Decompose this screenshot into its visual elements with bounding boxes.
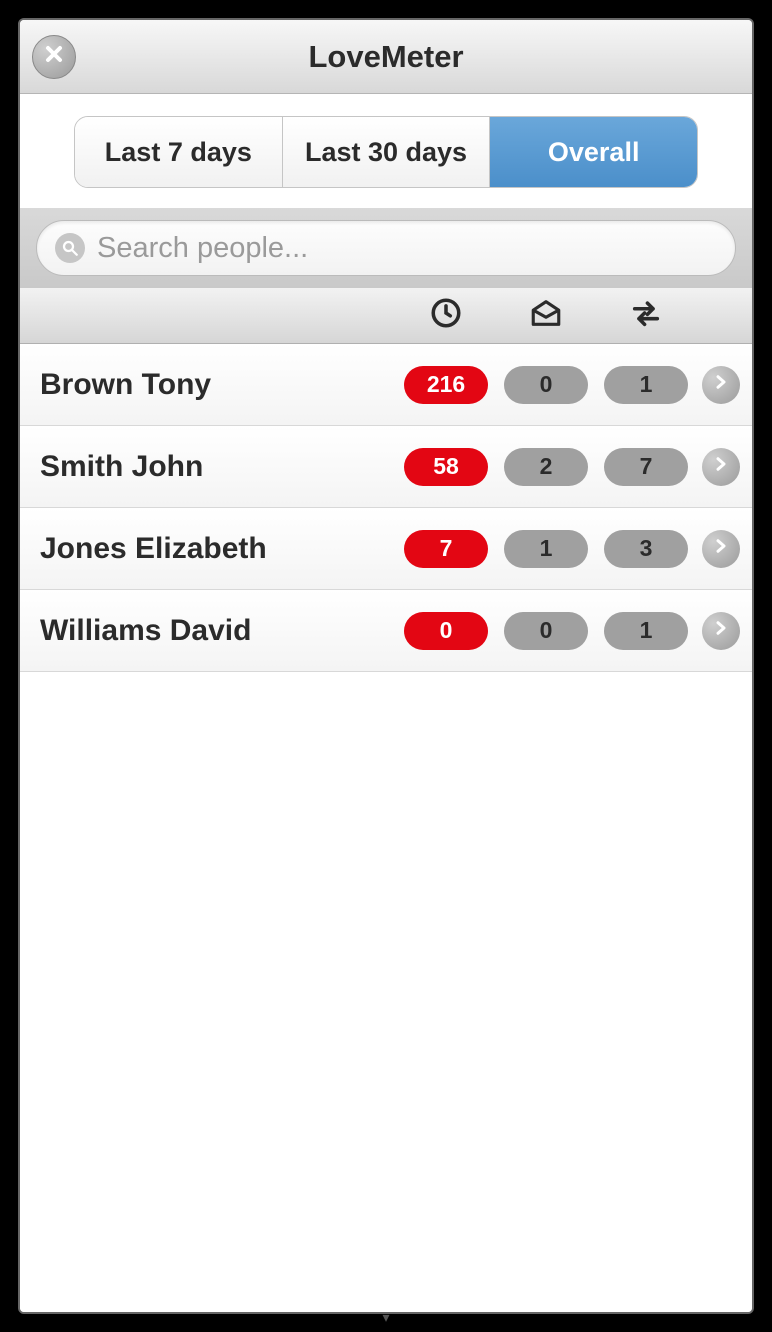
mail-badge: 2 xyxy=(504,448,588,486)
search-input[interactable] xyxy=(97,232,717,265)
list-item[interactable]: Williams David 0 0 1 xyxy=(20,590,752,672)
list-item[interactable]: Brown Tony 216 0 1 xyxy=(20,344,752,426)
segment-last-7-days[interactable]: Last 7 days xyxy=(75,117,283,187)
time-badge: 216 xyxy=(404,366,488,404)
time-badge: 7 xyxy=(404,530,488,568)
list-item[interactable]: Smith John 58 2 7 xyxy=(20,426,752,508)
close-button[interactable] xyxy=(32,35,76,79)
mail-badge: 0 xyxy=(504,612,588,650)
person-name: Jones Elizabeth xyxy=(40,532,396,566)
time-badge: 0 xyxy=(404,612,488,650)
person-name: Smith John xyxy=(40,450,396,484)
column-header-swap[interactable] xyxy=(596,296,696,335)
person-name: Williams David xyxy=(40,614,396,648)
chevron-right-icon xyxy=(712,373,730,396)
swap-badge: 7 xyxy=(604,448,688,486)
swap-arrows-icon xyxy=(629,296,663,335)
column-header-time[interactable] xyxy=(396,296,496,335)
segmented-control-wrap: Last 7 days Last 30 days Overall xyxy=(20,94,752,208)
chevron-right-icon xyxy=(712,455,730,478)
column-headers xyxy=(20,288,752,344)
swap-badge: 1 xyxy=(604,612,688,650)
mail-badge: 0 xyxy=(504,366,588,404)
disclosure-button[interactable] xyxy=(702,530,740,568)
chevron-right-icon xyxy=(712,537,730,560)
page-title: LoveMeter xyxy=(308,39,463,75)
list-item[interactable]: Jones Elizabeth 7 1 3 xyxy=(20,508,752,590)
close-icon xyxy=(42,42,66,71)
column-header-mail[interactable] xyxy=(496,296,596,335)
search-bar xyxy=(20,208,752,288)
segment-label: Last 7 days xyxy=(105,137,252,168)
segment-overall[interactable]: Overall xyxy=(490,117,697,187)
disclosure-button[interactable] xyxy=(702,448,740,486)
people-list[interactable]: Brown Tony 216 0 1 Smith John 58 2 7 Jon… xyxy=(20,344,752,1312)
segment-label: Last 30 days xyxy=(305,137,467,168)
segment-label: Overall xyxy=(548,137,640,168)
mail-badge: 1 xyxy=(504,530,588,568)
disclosure-button[interactable] xyxy=(702,612,740,650)
search-field[interactable] xyxy=(36,220,736,276)
mail-open-icon xyxy=(529,296,563,335)
header-bar: LoveMeter xyxy=(20,20,752,94)
segmented-control: Last 7 days Last 30 days Overall xyxy=(74,116,698,188)
segment-last-30-days[interactable]: Last 30 days xyxy=(283,117,491,187)
time-badge: 58 xyxy=(404,448,488,486)
search-icon xyxy=(55,233,85,263)
clock-icon xyxy=(429,296,463,335)
chevron-right-icon xyxy=(712,619,730,642)
swap-badge: 3 xyxy=(604,530,688,568)
person-name: Brown Tony xyxy=(40,368,396,402)
home-indicator-icon: ▾ xyxy=(382,1309,389,1326)
app-screen: LoveMeter Last 7 days Last 30 days Overa… xyxy=(18,18,754,1314)
disclosure-button[interactable] xyxy=(702,366,740,404)
swap-badge: 1 xyxy=(604,366,688,404)
